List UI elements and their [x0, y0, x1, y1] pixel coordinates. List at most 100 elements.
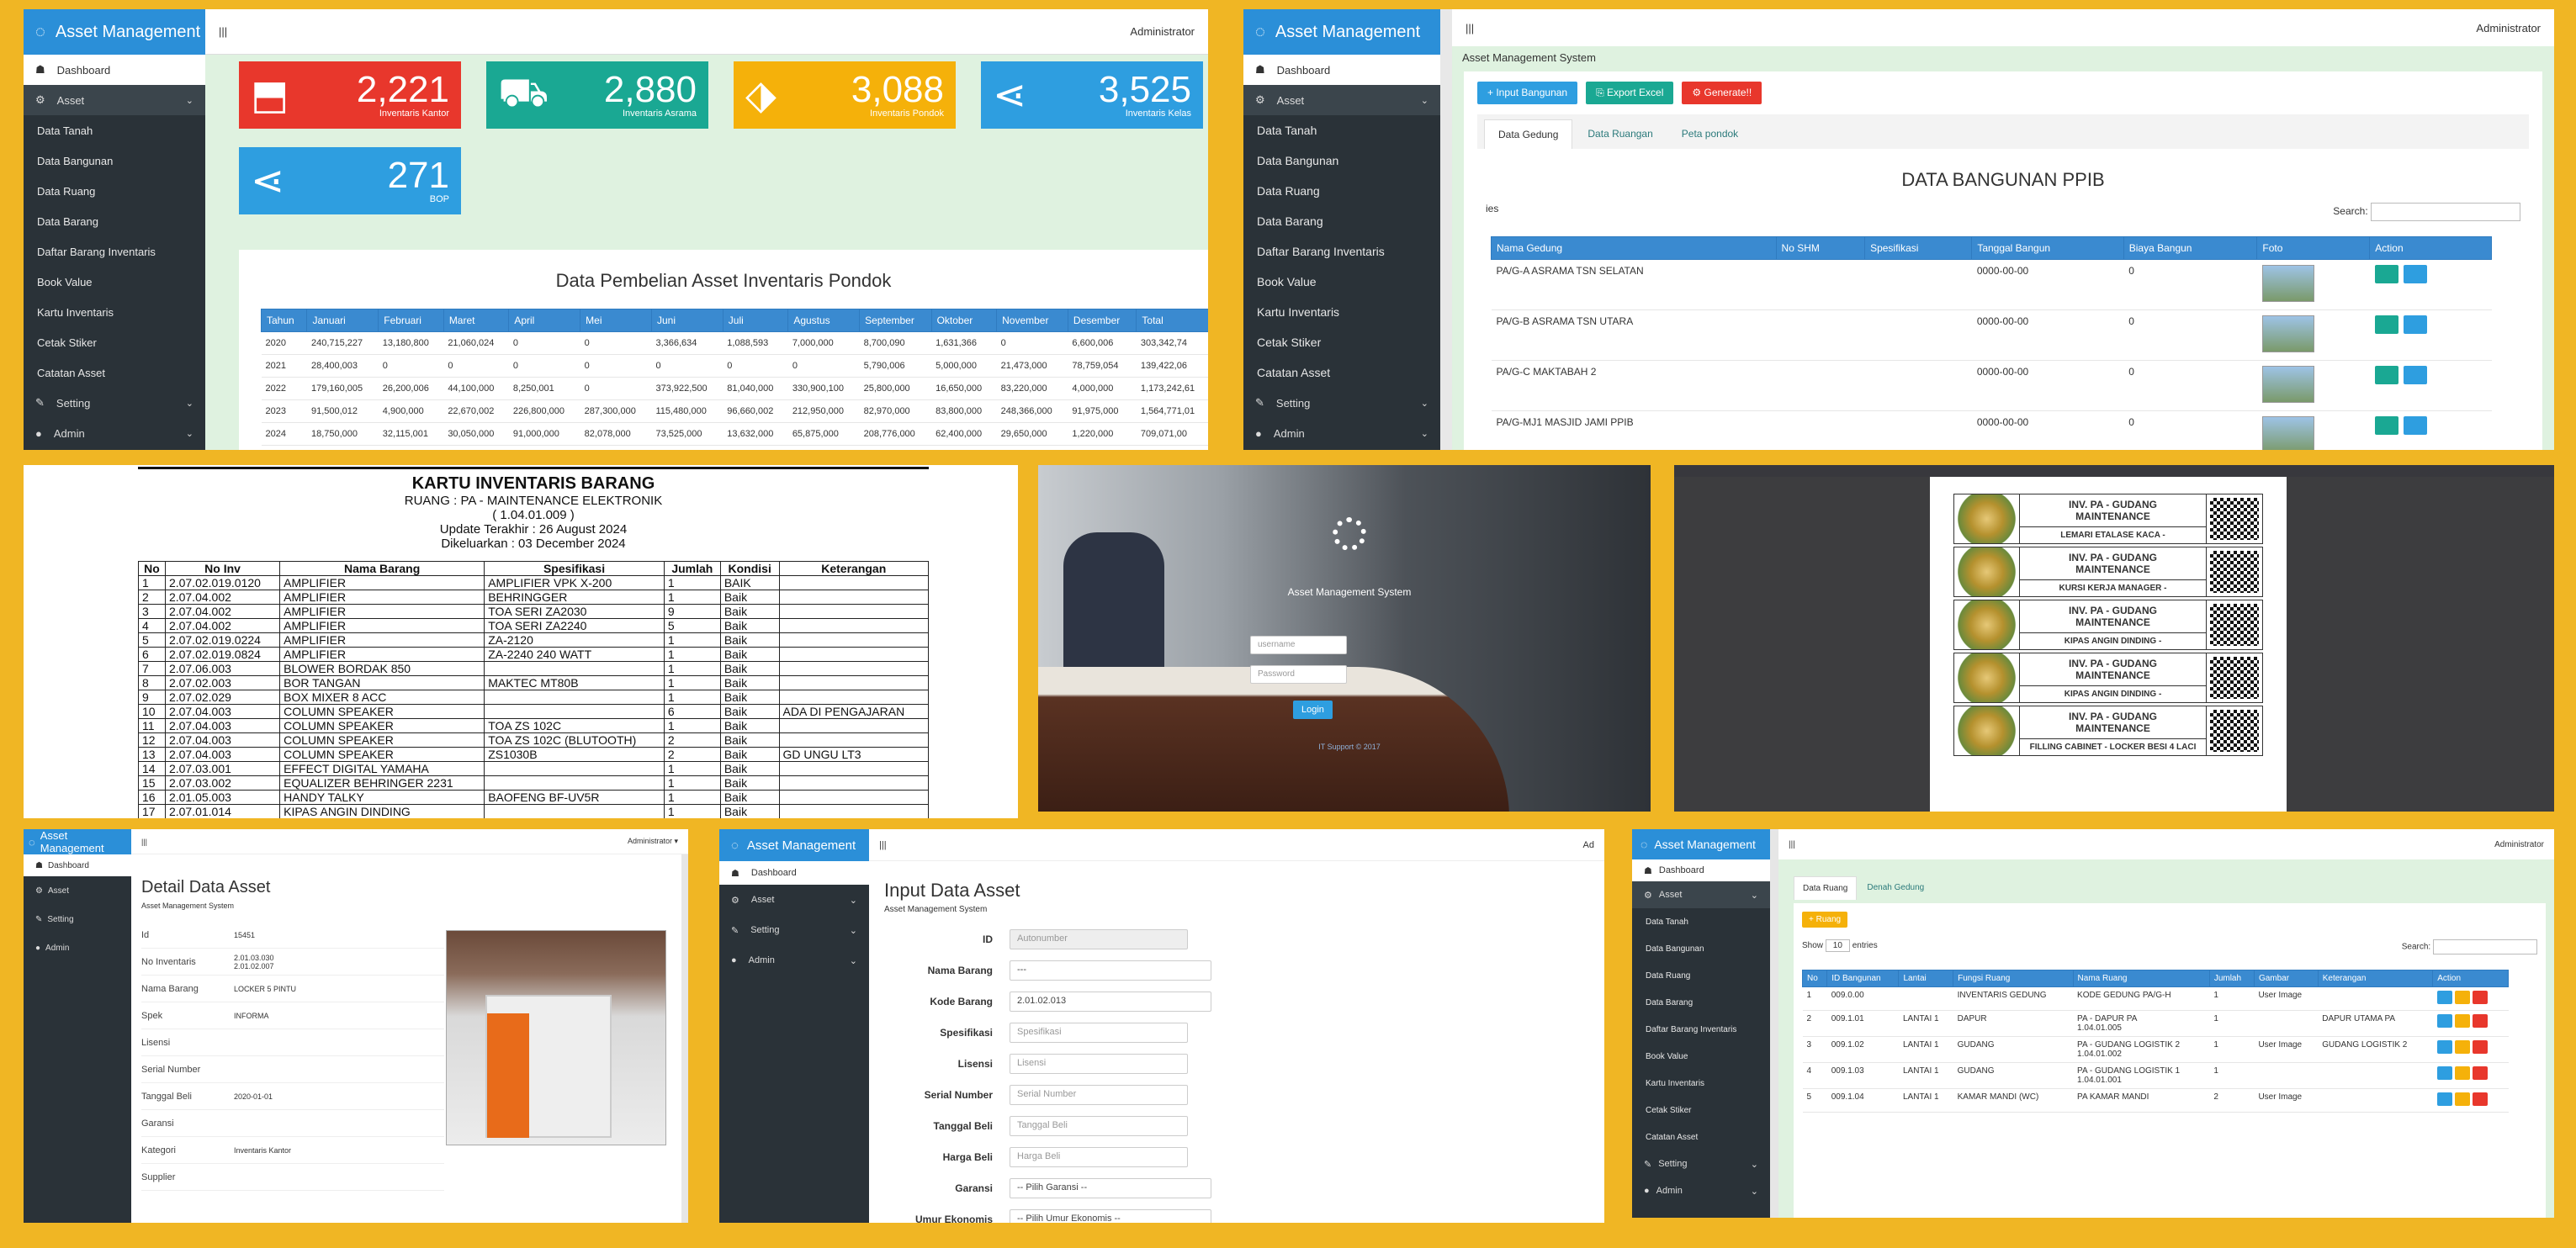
- edit-button[interactable]: [2454, 991, 2470, 1004]
- column-header[interactable]: No Inv: [164, 561, 281, 576]
- search-input[interactable]: [2371, 203, 2520, 221]
- column-header[interactable]: Keterangan: [778, 561, 929, 576]
- delete-button[interactable]: [2472, 1014, 2488, 1028]
- edit-button[interactable]: [2403, 315, 2427, 334]
- sidebar-item-data-ruang[interactable]: Data Ruang: [24, 176, 205, 206]
- column-header[interactable]: Total: [1136, 309, 1208, 332]
- menu-toggle-icon[interactable]: |||: [219, 25, 227, 38]
- form-input[interactable]: Tanggal Beli: [1010, 1115, 1188, 1136]
- sidebar-item-data-ruang[interactable]: Data Ruang: [1632, 962, 1770, 989]
- stat-tile[interactable]: ⬗ 3,088 Inventaris Pondok: [734, 61, 956, 129]
- edit-button[interactable]: [2454, 1066, 2470, 1080]
- column-header[interactable]: Nama Ruang: [2072, 970, 2210, 987]
- sidebar-item-data-bangunan[interactable]: Data Bangunan: [24, 145, 205, 176]
- column-header[interactable]: Fungsi Ruang: [1953, 970, 2074, 987]
- nav-asset[interactable]: ⚙ Asset ⌄: [719, 885, 869, 915]
- column-header[interactable]: Tanggal Bangun: [1971, 236, 2124, 260]
- form-input[interactable]: Lisensi: [1010, 1053, 1188, 1074]
- column-header[interactable]: Foto: [2256, 236, 2371, 260]
- column-header[interactable]: Juni: [650, 309, 724, 332]
- form-select[interactable]: -- Pilih Garansi --: [1010, 1177, 1211, 1198]
- username-input[interactable]: username: [1250, 636, 1347, 654]
- column-header[interactable]: Jumlah: [2208, 970, 2255, 987]
- column-header[interactable]: Maret: [443, 309, 510, 332]
- column-header[interactable]: Januari: [306, 309, 379, 332]
- view-button[interactable]: [2436, 1040, 2452, 1054]
- entries-select[interactable]: 10: [1825, 939, 1850, 952]
- nav-setting[interactable]: ✎ Setting ⌄: [1632, 1150, 1770, 1177]
- building-thumbnail[interactable]: [2261, 265, 2314, 302]
- column-header[interactable]: Action: [2432, 970, 2509, 987]
- column-header[interactable]: Tahun: [260, 309, 308, 332]
- tab-data-gedung[interactable]: Data Gedung: [1484, 119, 1573, 149]
- sidebar-item-book-value[interactable]: Book Value: [1243, 267, 1440, 297]
- tab-data-ruangan[interactable]: Data Ruangan: [1574, 119, 1666, 149]
- sidebar-item-data-ruang[interactable]: Data Ruang: [1243, 176, 1440, 206]
- column-header[interactable]: ID Bangunan: [1826, 970, 1900, 987]
- brand[interactable]: ◌ Asset Management: [719, 829, 869, 861]
- nav-admin[interactable]: ● Admin: [24, 933, 131, 962]
- sidebar-item-cetak-stiker[interactable]: Cetak Stiker: [24, 327, 205, 357]
- column-header[interactable]: September: [859, 309, 932, 332]
- view-button[interactable]: [2436, 1092, 2452, 1106]
- menu-toggle-icon[interactable]: |||: [1789, 840, 1795, 849]
- search-input[interactable]: [2433, 939, 2537, 955]
- sidebar-item-data-barang[interactable]: Data Barang: [1243, 206, 1440, 236]
- column-header[interactable]: Agustus: [787, 309, 861, 332]
- sidebar-item-kartu-inventaris[interactable]: Kartu Inventaris: [1243, 297, 1440, 327]
- form-input[interactable]: Harga Beli: [1010, 1146, 1188, 1167]
- nav-admin[interactable]: ● Admin ⌄: [1243, 418, 1440, 448]
- column-header[interactable]: Juli: [722, 309, 789, 332]
- stat-tile[interactable]: ⋖ 271 BOP: [239, 147, 461, 214]
- sidebar-item-catatan-asset[interactable]: Catatan Asset: [1243, 357, 1440, 388]
- edit-button[interactable]: [2403, 366, 2427, 384]
- edit-button[interactable]: [2454, 1040, 2470, 1054]
- sidebar-item-data-bangunan[interactable]: Data Bangunan: [1243, 145, 1440, 176]
- column-header[interactable]: Lantai: [1898, 970, 1954, 987]
- sidebar-item-catatan-asset[interactable]: Catatan Asset: [1632, 1124, 1770, 1150]
- sidebar-item-data-barang[interactable]: Data Barang: [24, 206, 205, 236]
- delete-button[interactable]: [2472, 1092, 2488, 1106]
- sidebar-item-kartu-inventaris[interactable]: Kartu Inventaris: [1632, 1070, 1770, 1097]
- tab-peta-pondok[interactable]: Peta pondok: [1668, 119, 1752, 149]
- nav-setting[interactable]: ✎ Setting ⌄: [1243, 388, 1440, 418]
- menu-toggle-icon[interactable]: |||: [1466, 22, 1474, 34]
- scrollbar[interactable]: [681, 854, 688, 1223]
- user-name[interactable]: Administrator: [2476, 22, 2541, 34]
- nav-asset[interactable]: ⚙ Asset: [24, 876, 131, 905]
- stat-tile[interactable]: ⛟ 2,880 Inventaris Asrama: [486, 61, 708, 129]
- nav-dashboard[interactable]: ☗ Dashboard: [719, 861, 869, 885]
- nav-admin[interactable]: ● Admin ⌄: [24, 418, 205, 448]
- tab-denah-gedung[interactable]: Denah Gedung: [1858, 876, 1932, 900]
- menu-toggle-icon[interactable]: |||: [879, 840, 887, 850]
- stat-tile[interactable]: ⬒ 2,221 Inventaris Kantor: [239, 61, 461, 129]
- column-header[interactable]: Mei: [580, 309, 652, 332]
- input-bangunan-button[interactable]: + Input Bangunan: [1477, 82, 1578, 104]
- delete-button[interactable]: [2472, 1066, 2488, 1080]
- sidebar-item-kartu-inventaris[interactable]: Kartu Inventaris: [24, 297, 205, 327]
- column-header[interactable]: Spesifikasi: [1864, 236, 1973, 260]
- sidebar-item-cetak-stiker[interactable]: Cetak Stiker: [1632, 1097, 1770, 1124]
- sidebar-item-daftar-barang-inventaris[interactable]: Daftar Barang Inventaris: [1632, 1016, 1770, 1043]
- column-header[interactable]: Februari: [378, 309, 444, 332]
- sidebar-item-data-tanah[interactable]: Data Tanah: [1243, 115, 1440, 145]
- nav-dashboard[interactable]: ☗ Dashboard: [24, 854, 131, 876]
- export-excel-button[interactable]: ⎘ Export Excel: [1586, 82, 1674, 104]
- sidebar-item-catatan-asset[interactable]: Catatan Asset: [24, 357, 205, 388]
- column-header[interactable]: No SHM: [1775, 236, 1866, 260]
- column-header[interactable]: November: [996, 309, 1068, 332]
- sidebar-item-data-bangunan[interactable]: Data Bangunan: [1632, 935, 1770, 962]
- column-header[interactable]: No: [138, 561, 166, 576]
- nav-dashboard[interactable]: ☗ Dashboard: [1243, 55, 1440, 85]
- building-thumbnail[interactable]: [2261, 416, 2314, 450]
- view-button[interactable]: [2436, 1066, 2452, 1080]
- brand[interactable]: ◌ Asset Management: [1243, 9, 1440, 55]
- view-button[interactable]: [2374, 366, 2398, 384]
- column-header[interactable]: Action: [2369, 236, 2492, 260]
- nav-setting[interactable]: ✎ Setting: [24, 905, 131, 933]
- brand[interactable]: ◌ Asset Management: [24, 829, 131, 854]
- column-header[interactable]: April: [508, 309, 581, 332]
- add-ruang-button[interactable]: + Ruang: [1802, 912, 1848, 928]
- form-input[interactable]: Autonumber: [1010, 928, 1188, 949]
- user-name[interactable]: Administrator: [1130, 25, 1195, 38]
